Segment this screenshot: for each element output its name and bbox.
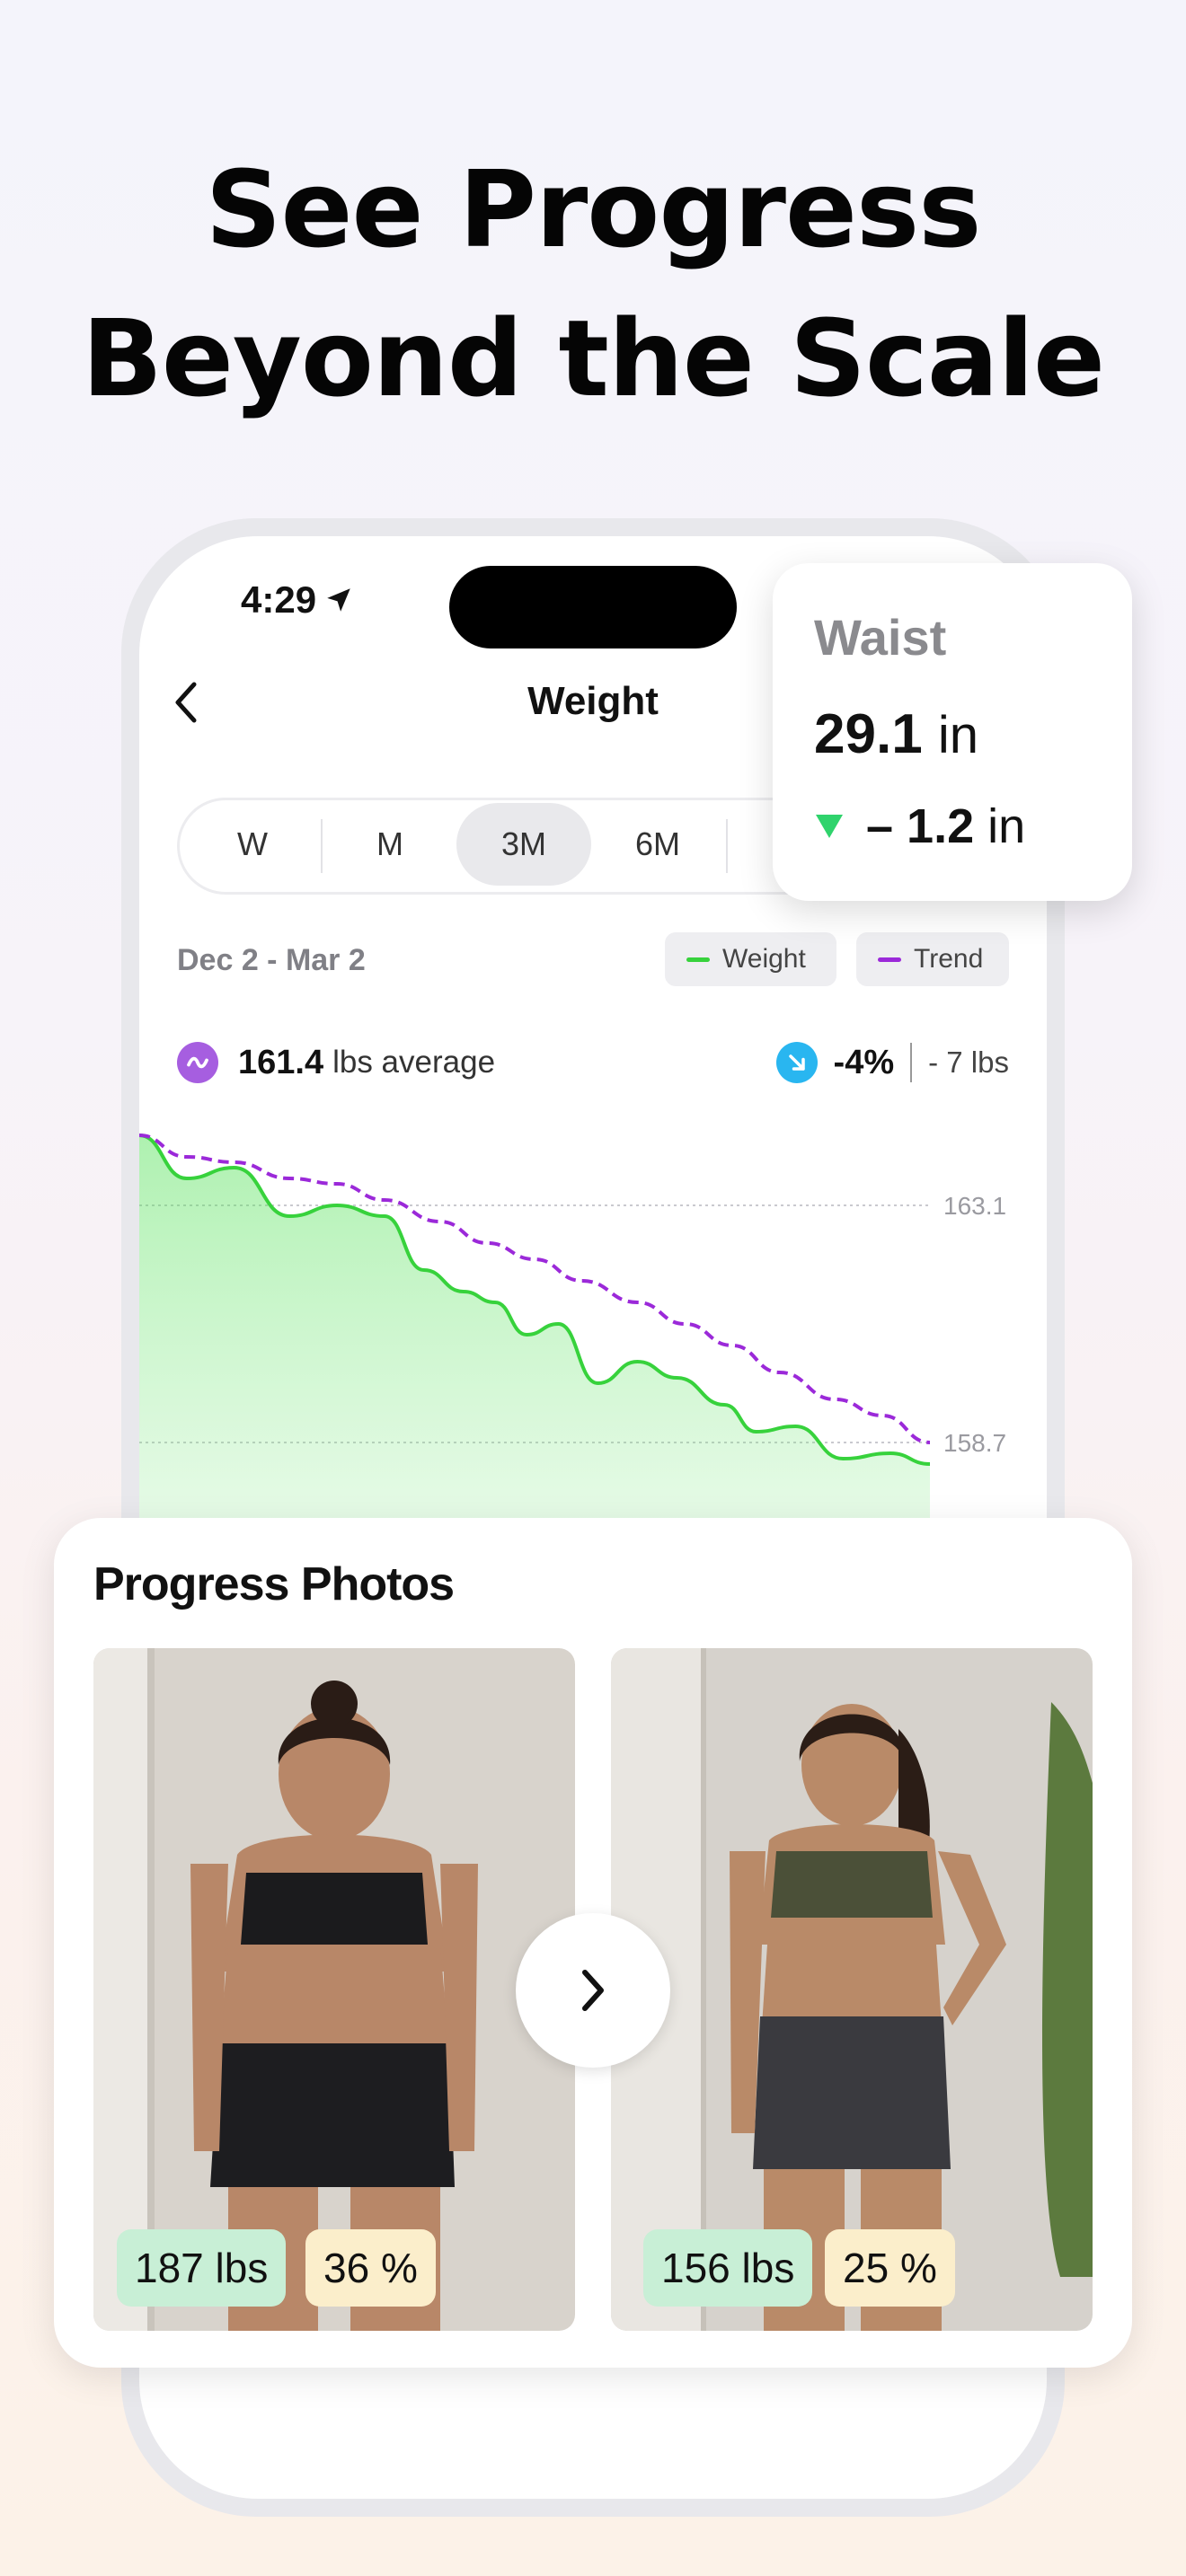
headline-line-2: Beyond the Scale bbox=[81, 296, 1105, 420]
before-bodyfat-badge: 36 % bbox=[305, 2229, 436, 2307]
weight-area bbox=[139, 1135, 930, 1520]
legend-trend-label: Trend bbox=[914, 944, 984, 974]
compare-next-button[interactable] bbox=[516, 1913, 670, 2068]
legend-weight[interactable]: Weight bbox=[665, 932, 836, 986]
legend-trend[interactable]: Trend bbox=[856, 932, 1009, 986]
chevron-right-icon bbox=[582, 1970, 604, 2011]
dynamic-island bbox=[449, 566, 737, 648]
progress-photos-title: Progress Photos bbox=[93, 1558, 455, 1610]
average-value: 161.4 bbox=[238, 1043, 324, 1081]
weight-chart[interactable]: 163.1 158.7 bbox=[139, 1114, 1047, 1520]
change-stat: -4% - 7 lbs bbox=[775, 1042, 1009, 1083]
headline: See Progress Beyond the Scale bbox=[0, 135, 1186, 433]
waist-label: Waist bbox=[814, 609, 947, 666]
waist-unit: in bbox=[937, 706, 979, 764]
change-lbs: - 7 lbs bbox=[928, 1045, 1009, 1079]
tab-divider bbox=[726, 819, 728, 873]
after-bodyfat-badge: 25 % bbox=[825, 2229, 955, 2307]
tab-month[interactable]: M bbox=[323, 803, 457, 886]
trend-swatch bbox=[878, 957, 901, 962]
waist-delta-value: – 1.2 bbox=[866, 799, 975, 853]
trend-down-arrow-icon bbox=[775, 1042, 818, 1083]
tab-week[interactable]: W bbox=[185, 803, 320, 886]
legend-weight-label: Weight bbox=[722, 944, 806, 974]
average-unit: lbs average bbox=[332, 1045, 496, 1080]
before-weight-badge: 187 lbs bbox=[117, 2229, 287, 2307]
waist-delta: – 1.2 in bbox=[814, 798, 1025, 854]
waist-delta-unit: in bbox=[987, 799, 1026, 853]
down-triangle-icon bbox=[816, 815, 843, 838]
status-time: 4:29 bbox=[241, 578, 354, 622]
waist-card: Waist 29.1 in – 1.2 in bbox=[773, 563, 1132, 901]
back-chevron-icon[interactable] bbox=[164, 675, 208, 729]
headline-line-1: See Progress bbox=[205, 147, 981, 271]
change-divider bbox=[910, 1043, 913, 1082]
wave-icon bbox=[177, 1042, 218, 1083]
progress-photos-card: Progress Photos 187 lbs 36 % 156 lbs 25 … bbox=[54, 1518, 1132, 2368]
change-percent: -4% bbox=[833, 1043, 895, 1081]
weight-swatch bbox=[686, 957, 710, 962]
after-weight-badge: 156 lbs bbox=[643, 2229, 813, 2307]
average-stat: 161.4 lbs average bbox=[177, 1042, 495, 1083]
page-title: Weight bbox=[527, 679, 659, 723]
waist-value: 29.1 in bbox=[814, 702, 978, 766]
status-time-text: 4:29 bbox=[241, 578, 317, 621]
location-arrow-icon bbox=[327, 588, 350, 612]
tab-3-months[interactable]: 3M bbox=[456, 803, 591, 886]
date-range: Dec 2 - Mar 2 bbox=[177, 943, 366, 977]
waist-number: 29.1 bbox=[814, 703, 923, 765]
y-tick-label: 158.7 bbox=[943, 1429, 1006, 1457]
before-photo[interactable] bbox=[93, 1648, 575, 2331]
y-tick-label: 163.1 bbox=[943, 1192, 1006, 1220]
tab-6-months[interactable]: 6M bbox=[590, 803, 725, 886]
after-photo[interactable] bbox=[611, 1648, 1093, 2331]
